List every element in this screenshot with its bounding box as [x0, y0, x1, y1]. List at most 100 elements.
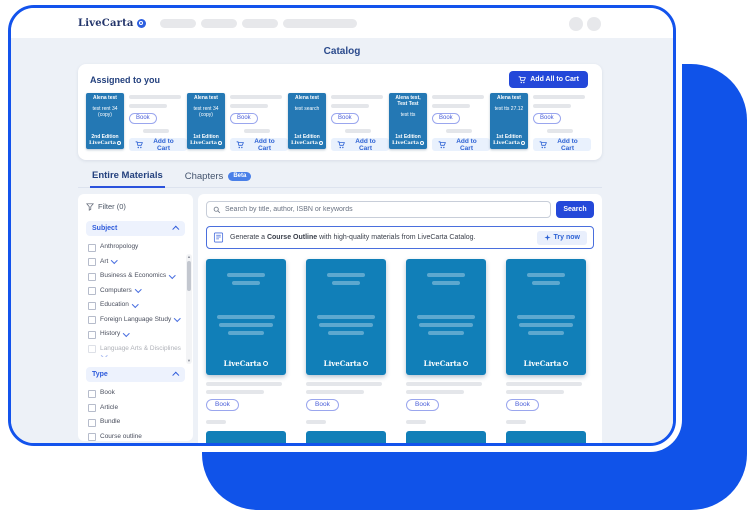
book-type-badge: Book [206, 399, 239, 411]
filter-section-header-type[interactable]: Type [86, 367, 185, 382]
add-to-cart-button[interactable]: Add to Cart [432, 138, 490, 151]
search-icon [213, 206, 221, 214]
assigned-item-details: Book Add to Cart [129, 93, 184, 151]
catalog-tabs: Entire Materials Chapters Beta [78, 166, 602, 188]
livecarta-logo-icon [319, 141, 323, 145]
checkbox[interactable] [88, 390, 96, 398]
checkbox[interactable] [88, 302, 96, 310]
tab-entire-materials[interactable]: Entire Materials [90, 166, 165, 188]
book-cover[interactable]: LiveCarta [506, 259, 586, 375]
assigned-to-you-card: Assigned to you Add All to Cart Alena te… [78, 64, 602, 160]
book-cover[interactable]: LiveCarta [306, 259, 386, 375]
checkbox[interactable] [88, 287, 96, 295]
nav-item-placeholder[interactable] [160, 19, 196, 28]
cover-brand: LiveCarta [524, 359, 569, 368]
text-placeholder [547, 129, 573, 133]
cover-line [527, 273, 565, 277]
book-cover-next-row[interactable] [206, 431, 286, 446]
checkbox[interactable] [88, 404, 96, 412]
book-type-badge: Book [432, 113, 460, 124]
checkbox[interactable] [88, 258, 96, 266]
chevron-down-icon [135, 286, 141, 292]
text-placeholder [230, 104, 268, 108]
window-body: Catalog Assigned to you Add All to Cart … [11, 38, 673, 446]
add-all-label: Add All to Cart [530, 76, 579, 83]
filter-title-label: Filter (0) [98, 202, 126, 211]
filter-option-label: Education [100, 301, 137, 309]
cover-brand: LiveCarta [493, 140, 525, 146]
cover-brand: LiveCarta [392, 140, 424, 146]
nav-item-placeholder[interactable] [283, 19, 357, 28]
assigned-item-details: Book Add to Cart [432, 93, 487, 151]
filter-option: Art [88, 258, 183, 267]
search-input[interactable] [225, 206, 544, 213]
book-cover-next-row[interactable] [506, 431, 586, 446]
filter-header[interactable]: Filter (0) [86, 202, 185, 211]
checkbox[interactable] [88, 419, 96, 427]
book-type-badge: Book [506, 399, 539, 411]
assigned-book-cover[interactable]: Alena test test tts 27.12 1st Edition Li… [490, 93, 528, 149]
chevron-up-icon [172, 372, 179, 379]
checkbox[interactable] [88, 244, 96, 252]
book-cover-next-row[interactable] [306, 431, 386, 446]
try-now-button[interactable]: Try now [537, 231, 587, 245]
scroll-up-icon[interactable]: ▲ [187, 255, 191, 259]
text-placeholder [206, 382, 282, 386]
book-cover[interactable]: LiveCarta [406, 259, 486, 375]
book-cover[interactable]: LiveCarta [206, 259, 286, 375]
filter-section-title: Subject [92, 225, 117, 232]
cover-line [232, 281, 260, 285]
tab-chapters[interactable]: Chapters Beta [183, 166, 254, 187]
text-placeholder [446, 129, 472, 133]
filter-section-header-subject[interactable]: Subject [86, 221, 185, 236]
text-placeholder [306, 390, 364, 394]
assigned-book-cover[interactable]: Alena test test rent 34 (copy) 2nd Editi… [86, 93, 124, 149]
header-circle-placeholder[interactable] [569, 17, 583, 31]
checkbox[interactable] [88, 433, 96, 441]
add-to-cart-button[interactable]: Add to Cart [533, 138, 591, 151]
scroll-down-icon[interactable]: ▼ [187, 359, 191, 363]
assigned-book-cover[interactable]: Alena test test rent 34 (copy) 1st Editi… [187, 93, 225, 149]
subject-list-scrollbar[interactable]: ▲ ▼ [186, 254, 192, 364]
add-to-cart-label: Add to Cart [550, 138, 585, 152]
filter-option-label: Language Arts & Disciplines [100, 345, 183, 358]
book-cover-next-row[interactable] [406, 431, 486, 446]
app-window: LiveCarta Catalog Assigned to you [8, 5, 676, 446]
add-to-cart-button[interactable]: Add to Cart [230, 138, 288, 151]
funnel-icon [86, 203, 94, 211]
checkbox[interactable] [88, 331, 96, 339]
cover-line [327, 273, 365, 277]
content-row: Filter (0) Subject Anthropology Art [78, 194, 602, 446]
cover-line [217, 315, 275, 319]
add-all-to-cart-button[interactable]: Add All to Cart [509, 71, 588, 88]
filter-option: Foreign Language Study [88, 316, 183, 325]
cover-line [427, 273, 465, 277]
filter-option: History [88, 330, 183, 339]
book-type-badge: Book [406, 399, 439, 411]
checkbox[interactable] [88, 316, 96, 324]
chevron-down-icon [169, 272, 175, 278]
header-circle-placeholder[interactable] [587, 17, 601, 31]
checkbox[interactable] [88, 273, 96, 281]
catalog-main-panel: Search Generate a Course Outline with hi… [198, 194, 602, 446]
livecarta-logo-icon [420, 141, 424, 145]
search-button[interactable]: Search [556, 201, 594, 218]
filter-option: Language Arts & Disciplines [88, 345, 183, 358]
cover-brand: LiveCarta [224, 359, 269, 368]
filter-option: Book [88, 389, 183, 398]
cover-line [532, 281, 560, 285]
filter-option: Course outline [88, 433, 183, 442]
window-header: LiveCarta [11, 8, 673, 38]
filter-option-label: Business & Economics [100, 272, 174, 280]
checkbox[interactable] [88, 345, 96, 353]
scrollbar-thumb[interactable] [187, 261, 191, 291]
assigned-book-cover[interactable]: Alena test test search 1st Edition LiveC… [288, 93, 326, 149]
nav-item-placeholder[interactable] [242, 19, 278, 28]
nav-item-placeholder[interactable] [201, 19, 237, 28]
assigned-item: Alena test test rent 34 (copy) 1st Editi… [187, 93, 285, 151]
add-to-cart-button[interactable]: Add to Cart [129, 138, 187, 151]
livecarta-logo[interactable]: LiveCarta [78, 18, 146, 29]
add-to-cart-button[interactable]: Add to Cart [331, 138, 389, 151]
header-avatar-group [569, 17, 601, 31]
assigned-book-cover[interactable]: Alena test, Test Test test tts 1st Editi… [389, 93, 427, 149]
